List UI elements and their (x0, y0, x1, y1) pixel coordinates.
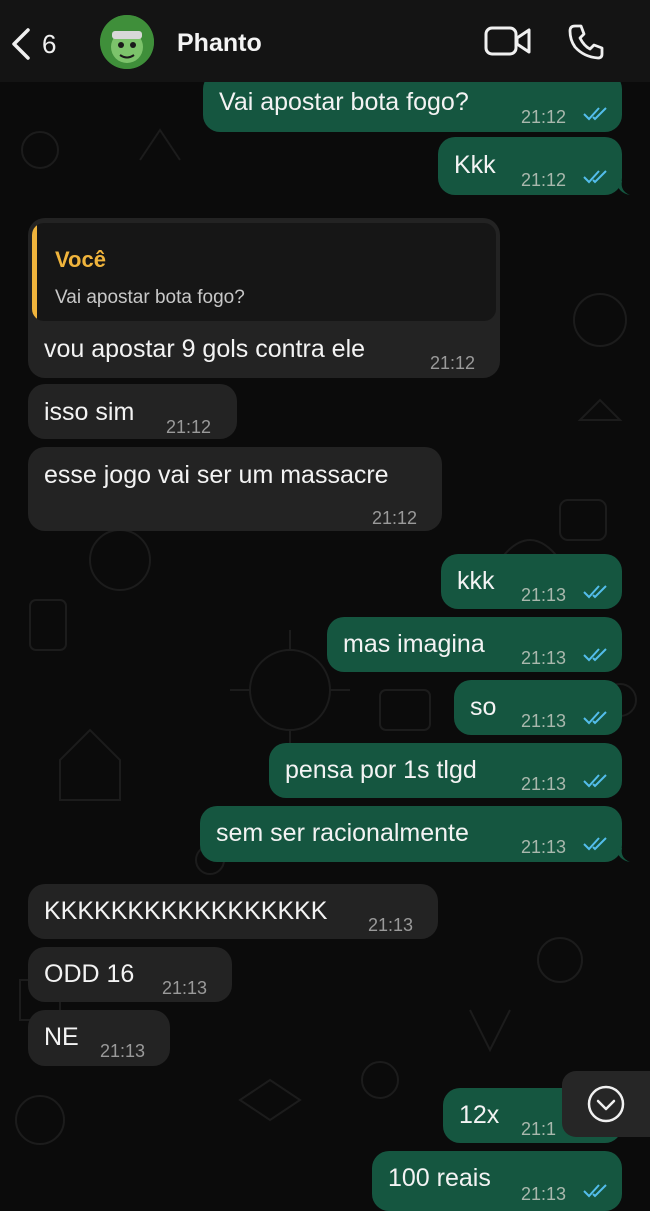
message-time: 21:13 (162, 978, 208, 998)
message-time: 21:13 (521, 585, 567, 605)
bubble-tail (616, 181, 630, 195)
message-time: 21:13 (368, 915, 414, 935)
bubble-tail (616, 848, 630, 862)
message-text: ODD 16 (44, 960, 135, 988)
message-bubble-incoming[interactable]: KKKKKKKKKKKKKKKKK 21:13 (28, 884, 438, 939)
message-bubble-incoming[interactable]: esse jogo vai ser um massacre 21:12 (28, 447, 442, 531)
read-receipt-icon (583, 1184, 607, 1198)
message-bubble-incoming[interactable]: NE 21:13 (28, 1010, 170, 1066)
read-receipt-icon (583, 711, 607, 725)
message-text: esse jogo vai ser um massacre (44, 461, 389, 489)
phone-icon (568, 24, 604, 60)
message-text: pensa por 1s tlgd (285, 756, 477, 784)
read-receipt-icon (583, 837, 607, 851)
read-receipt-icon (583, 648, 607, 662)
message-bubble-outgoing[interactable]: kkk 21:13 (441, 554, 622, 609)
message-time: 21:13 (521, 1184, 567, 1204)
message-bubble-incoming[interactable]: Você Vai apostar bota fogo? vou apostar … (28, 218, 500, 378)
video-camera-icon (484, 26, 531, 56)
back-button[interactable]: 6 (10, 22, 56, 66)
chat-header: 6 Phanto (0, 0, 650, 82)
message-text: 12x (459, 1101, 500, 1129)
message-bubble-incoming[interactable]: ODD 16 21:13 (28, 947, 232, 1002)
unread-count: 6 (42, 28, 57, 59)
message-bubble-incoming[interactable]: isso sim 21:12 (28, 384, 237, 439)
message-text: mas imagina (343, 630, 485, 658)
contact-name[interactable]: Phanto (177, 29, 262, 58)
message-bubble-outgoing[interactable]: Kkk 21:12 (438, 137, 622, 195)
quote-text: Vai apostar bota fogo? (55, 287, 245, 308)
message-time: 21:13 (521, 774, 567, 794)
message-time: 21:13 (521, 648, 567, 668)
message-time: 21:13 (521, 711, 567, 731)
quoted-message[interactable]: Você Vai apostar bota fogo? (32, 223, 496, 321)
message-time: 21:1 (521, 1119, 557, 1139)
message-text: Vai apostar bota fogo? (219, 88, 469, 116)
message-bubble-outgoing[interactable]: mas imagina 21:13 (327, 617, 622, 672)
message-text: vou apostar 9 gols contra ele (44, 335, 366, 363)
message-bubble-outgoing[interactable]: 100 reais 21:13 (372, 1151, 622, 1211)
read-receipt-icon (583, 170, 607, 184)
read-receipt-icon (583, 774, 607, 788)
message-time: 21:12 (430, 353, 476, 373)
avatar-image (100, 15, 154, 69)
message-text: sem ser racionalmente (216, 819, 469, 847)
message-bubble-outgoing[interactable]: sem ser racionalmente 21:13 (200, 806, 622, 862)
chevron-down-circle-icon (587, 1085, 625, 1123)
scroll-to-bottom-button[interactable] (562, 1071, 650, 1137)
message-text: KKKKKKKKKKKKKKKKK (44, 897, 328, 925)
message-text: so (470, 693, 497, 721)
chevron-left-icon (12, 28, 30, 60)
read-receipt-icon (583, 107, 607, 121)
message-time: 21:12 (166, 417, 212, 437)
message-text: kkk (457, 567, 495, 595)
quote-accent-bar (32, 223, 37, 321)
message-text: NE (44, 1023, 79, 1051)
message-text: 100 reais (388, 1164, 491, 1192)
message-bubble-outgoing[interactable]: pensa por 1s tlgd 21:13 (269, 743, 622, 798)
message-time: 21:12 (372, 508, 418, 528)
video-call-button[interactable] (484, 24, 532, 60)
message-time: 21:12 (521, 107, 567, 127)
message-time: 21:12 (521, 170, 567, 190)
message-text: Kkk (454, 151, 496, 179)
voice-call-button[interactable] (566, 22, 606, 62)
avatar[interactable] (100, 15, 154, 69)
message-bubble-outgoing[interactable]: so 21:13 (454, 680, 622, 735)
quote-author: Você (55, 247, 106, 272)
message-time: 21:13 (100, 1041, 146, 1061)
message-time: 21:13 (521, 837, 567, 857)
read-receipt-icon (583, 585, 607, 599)
message-text: isso sim (44, 398, 135, 426)
